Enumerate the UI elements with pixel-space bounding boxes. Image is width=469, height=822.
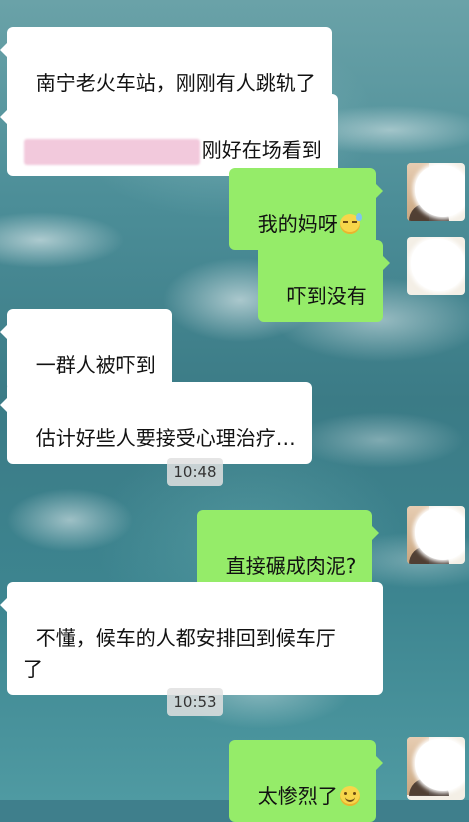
- message-bubble-incoming[interactable]: 不懂，候车的人都安排回到候车厅 了: [0, 582, 383, 695]
- timestamp: 10:48: [167, 458, 223, 486]
- avatar[interactable]: [407, 737, 465, 800]
- redaction-blur: [23, 138, 200, 165]
- message-text: 一群人被吓到: [35, 353, 156, 377]
- avatar[interactable]: [407, 237, 465, 295]
- sweat-smile-icon: [339, 213, 362, 234]
- message-bubble-incoming[interactable]: 刚好在场看到: [0, 94, 338, 176]
- message-text: 太惨烈了: [257, 784, 338, 808]
- message-text: 南宁老火车站，刚刚有人跳轨了: [35, 71, 316, 95]
- message-bubble-outgoing[interactable]: 吓到没有: [258, 240, 390, 322]
- message-text: 吓到没有: [286, 284, 367, 308]
- message-text: 直接碾成肉泥?: [225, 554, 357, 578]
- message-bubble-outgoing[interactable]: 太惨烈了: [229, 740, 383, 822]
- avatar[interactable]: [407, 163, 465, 221]
- timestamp: 10:53: [167, 688, 223, 716]
- smile-icon: [339, 786, 360, 806]
- avatar[interactable]: [407, 506, 465, 564]
- message-text: 我的妈呀: [257, 212, 338, 236]
- message-text: 刚好在场看到: [201, 138, 322, 162]
- message-bubble-incoming[interactable]: 一群人被吓到: [0, 309, 172, 391]
- message-bubble-incoming[interactable]: 估计好些人要接受心理治疗…: [0, 382, 312, 464]
- message-bubble-outgoing[interactable]: 直接碾成肉泥?: [197, 510, 380, 592]
- message-bubble-outgoing[interactable]: 我的妈呀: [229, 168, 383, 250]
- message-text: 不懂，候车的人都安排回到候车厅 了: [23, 626, 336, 681]
- message-text: 估计好些人要接受心理治疗…: [35, 426, 296, 450]
